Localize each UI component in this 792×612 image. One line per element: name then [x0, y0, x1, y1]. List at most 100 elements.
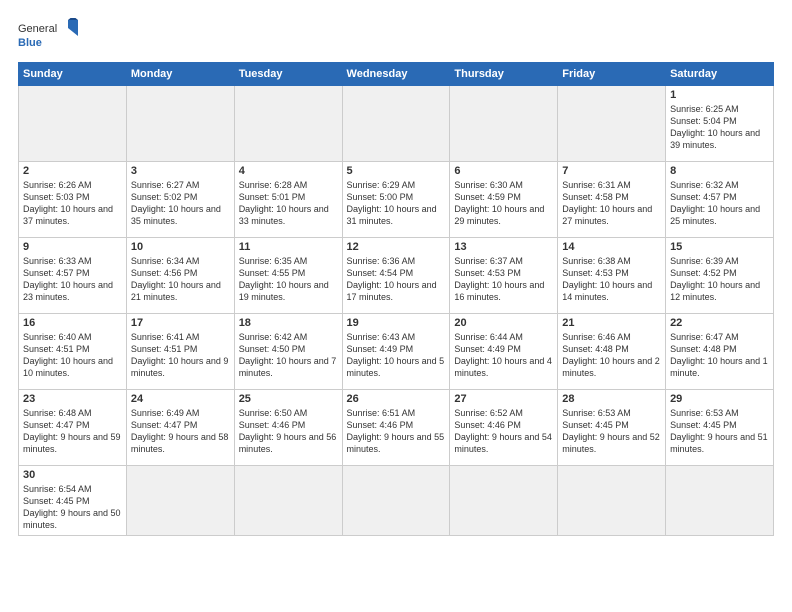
weekday-header-wednesday: Wednesday: [342, 63, 450, 86]
day-number: 20: [454, 317, 553, 329]
day-number: 8: [670, 165, 769, 177]
calendar-table: SundayMondayTuesdayWednesdayThursdayFrid…: [18, 62, 774, 536]
day-number: 24: [131, 393, 230, 405]
calendar-cell: [234, 466, 342, 536]
day-number: 30: [23, 469, 122, 481]
calendar-cell: 30Sunrise: 6:54 AM Sunset: 4:45 PM Dayli…: [19, 466, 127, 536]
calendar-cell: [666, 466, 774, 536]
weekday-header-friday: Friday: [558, 63, 666, 86]
day-number: 5: [347, 165, 446, 177]
calendar-cell: 15 Sunrise: 6:39 AM Sunset: 4:52 PM Dayli…: [666, 238, 774, 314]
calendar-cell: 14Sunrise: 6:38 AM Sunset: 4:53 PM Dayli…: [558, 238, 666, 314]
day-info: Sunrise: 6:48 AM Sunset: 4:47 PM Dayligh…: [23, 407, 122, 456]
day-number: 29: [670, 393, 769, 405]
generalblue-logo-icon: General Blue: [18, 18, 78, 54]
calendar-cell: 10 Sunrise: 6:34 AM Sunset: 4:56 PM Dayli…: [126, 238, 234, 314]
day-number: 1: [670, 89, 769, 101]
calendar-cell: 7Sunrise: 6:31 AM Sunset: 4:58 PM Daylig…: [558, 162, 666, 238]
day-info: Sunrise: 6:39 AM Sunset: 4:52 PM Dayligh…: [670, 255, 769, 304]
day-info: Sunrise: 6:53 AM Sunset: 4:45 PM Dayligh…: [562, 407, 661, 456]
svg-text:Blue: Blue: [18, 37, 42, 49]
weekday-header-tuesday: Tuesday: [234, 63, 342, 86]
week-row-4: 16Sunrise: 6:40 AM Sunset: 4:51 PM Dayli…: [19, 314, 774, 390]
weekday-header-sunday: Sunday: [19, 63, 127, 86]
calendar-cell: 21Sunrise: 6:46 AM Sunset: 4:48 PM Dayli…: [558, 314, 666, 390]
day-number: 6: [454, 165, 553, 177]
day-number: 11: [239, 241, 338, 253]
calendar-cell: [234, 86, 342, 162]
calendar-cell: 11 Sunrise: 6:35 AM Sunset: 4:55 PM Dayli…: [234, 238, 342, 314]
calendar-cell: [558, 86, 666, 162]
calendar-cell: 8 Sunrise: 6:32 AM Sunset: 4:57 PM Daylig…: [666, 162, 774, 238]
day-info: Sunrise: 6:50 AM Sunset: 4:46 PM Dayligh…: [239, 407, 338, 456]
calendar-cell: [19, 86, 127, 162]
day-number: 17: [131, 317, 230, 329]
day-info: Sunrise: 6:30 AM Sunset: 4:59 PM Dayligh…: [454, 179, 553, 228]
weekday-header-saturday: Saturday: [666, 63, 774, 86]
day-number: 10: [131, 241, 230, 253]
day-number: 12: [347, 241, 446, 253]
page: General Blue SundayMondayTuesdayWednesda…: [0, 0, 792, 612]
calendar-cell: 26 Sunrise: 6:51 AM Sunset: 4:46 PM Dayli…: [342, 390, 450, 466]
day-info: Sunrise: 6:51 AM Sunset: 4:46 PM Dayligh…: [347, 407, 446, 456]
calendar-cell: 22Sunrise: 6:47 AM Sunset: 4:48 PM Dayli…: [666, 314, 774, 390]
day-number: 19: [347, 317, 446, 329]
week-row-2: 2Sunrise: 6:26 AM Sunset: 5:03 PM Daylig…: [19, 162, 774, 238]
day-info: Sunrise: 6:53 AM Sunset: 4:45 PM Dayligh…: [670, 407, 769, 456]
day-number: 13: [454, 241, 553, 253]
calendar-cell: 1 Sunrise: 6:25 AM Sunset: 5:04 PM Daylig…: [666, 86, 774, 162]
day-info: Sunrise: 6:38 AM Sunset: 4:53 PM Dayligh…: [562, 255, 661, 304]
day-info: Sunrise: 6:44 AM Sunset: 4:49 PM Dayligh…: [454, 331, 553, 380]
svg-text:General: General: [18, 23, 57, 35]
day-number: 23: [23, 393, 122, 405]
day-info: Sunrise: 6:34 AM Sunset: 4:56 PM Dayligh…: [131, 255, 230, 304]
day-info: Sunrise: 6:49 AM Sunset: 4:47 PM Dayligh…: [131, 407, 230, 456]
calendar-cell: 27Sunrise: 6:52 AM Sunset: 4:46 PM Dayli…: [450, 390, 558, 466]
day-number: 7: [562, 165, 661, 177]
day-info: Sunrise: 6:32 AM Sunset: 4:57 PM Dayligh…: [670, 179, 769, 228]
day-info: Sunrise: 6:36 AM Sunset: 4:54 PM Dayligh…: [347, 255, 446, 304]
day-number: 25: [239, 393, 338, 405]
calendar-cell: 6 Sunrise: 6:30 AM Sunset: 4:59 PM Daylig…: [450, 162, 558, 238]
calendar-cell: 23 Sunrise: 6:48 AM Sunset: 4:47 PM Dayli…: [19, 390, 127, 466]
calendar-cell: 17 Sunrise: 6:41 AM Sunset: 4:51 PM Dayli…: [126, 314, 234, 390]
day-number: 4: [239, 165, 338, 177]
calendar-cell: 12 Sunrise: 6:36 AM Sunset: 4:54 PM Dayli…: [342, 238, 450, 314]
weekday-header-monday: Monday: [126, 63, 234, 86]
day-info: Sunrise: 6:41 AM Sunset: 4:51 PM Dayligh…: [131, 331, 230, 380]
day-number: 28: [562, 393, 661, 405]
week-row-3: 9Sunrise: 6:33 AM Sunset: 4:57 PM Daylig…: [19, 238, 774, 314]
day-info: Sunrise: 6:52 AM Sunset: 4:46 PM Dayligh…: [454, 407, 553, 456]
day-info: Sunrise: 6:28 AM Sunset: 5:01 PM Dayligh…: [239, 179, 338, 228]
calendar-cell: 29 Sunrise: 6:53 AM Sunset: 4:45 PM Dayli…: [666, 390, 774, 466]
calendar-cell: [342, 466, 450, 536]
day-info: Sunrise: 6:35 AM Sunset: 4:55 PM Dayligh…: [239, 255, 338, 304]
calendar-cell: 9Sunrise: 6:33 AM Sunset: 4:57 PM Daylig…: [19, 238, 127, 314]
calendar-cell: [126, 466, 234, 536]
day-number: 15: [670, 241, 769, 253]
weekday-header-row: SundayMondayTuesdayWednesdayThursdayFrid…: [19, 63, 774, 86]
day-number: 2: [23, 165, 122, 177]
day-info: Sunrise: 6:46 AM Sunset: 4:48 PM Dayligh…: [562, 331, 661, 380]
calendar-cell: 19 Sunrise: 6:43 AM Sunset: 4:49 PM Dayli…: [342, 314, 450, 390]
weekday-header-thursday: Thursday: [450, 63, 558, 86]
day-number: 3: [131, 165, 230, 177]
calendar-cell: 13Sunrise: 6:37 AM Sunset: 4:53 PM Dayli…: [450, 238, 558, 314]
day-info: Sunrise: 6:25 AM Sunset: 5:04 PM Dayligh…: [670, 103, 769, 152]
logo: General Blue: [18, 18, 78, 54]
day-info: Sunrise: 6:47 AM Sunset: 4:48 PM Dayligh…: [670, 331, 769, 380]
calendar-cell: 3Sunrise: 6:27 AM Sunset: 5:02 PM Daylig…: [126, 162, 234, 238]
calendar-cell: 20 Sunrise: 6:44 AM Sunset: 4:49 PM Dayli…: [450, 314, 558, 390]
calendar-cell: 4 Sunrise: 6:28 AM Sunset: 5:01 PM Daylig…: [234, 162, 342, 238]
calendar-cell: 28 Sunrise: 6:53 AM Sunset: 4:45 PM Dayli…: [558, 390, 666, 466]
calendar-cell: 24 Sunrise: 6:49 AM Sunset: 4:47 PM Dayli…: [126, 390, 234, 466]
day-number: 26: [347, 393, 446, 405]
calendar-cell: 16Sunrise: 6:40 AM Sunset: 4:51 PM Dayli…: [19, 314, 127, 390]
week-row-6: 30Sunrise: 6:54 AM Sunset: 4:45 PM Dayli…: [19, 466, 774, 536]
day-info: Sunrise: 6:40 AM Sunset: 4:51 PM Dayligh…: [23, 331, 122, 380]
calendar-cell: 18Sunrise: 6:42 AM Sunset: 4:50 PM Dayli…: [234, 314, 342, 390]
calendar-cell: 25 Sunrise: 6:50 AM Sunset: 4:46 PM Dayli…: [234, 390, 342, 466]
day-info: Sunrise: 6:43 AM Sunset: 4:49 PM Dayligh…: [347, 331, 446, 380]
calendar-cell: [558, 466, 666, 536]
day-info: Sunrise: 6:33 AM Sunset: 4:57 PM Dayligh…: [23, 255, 122, 304]
